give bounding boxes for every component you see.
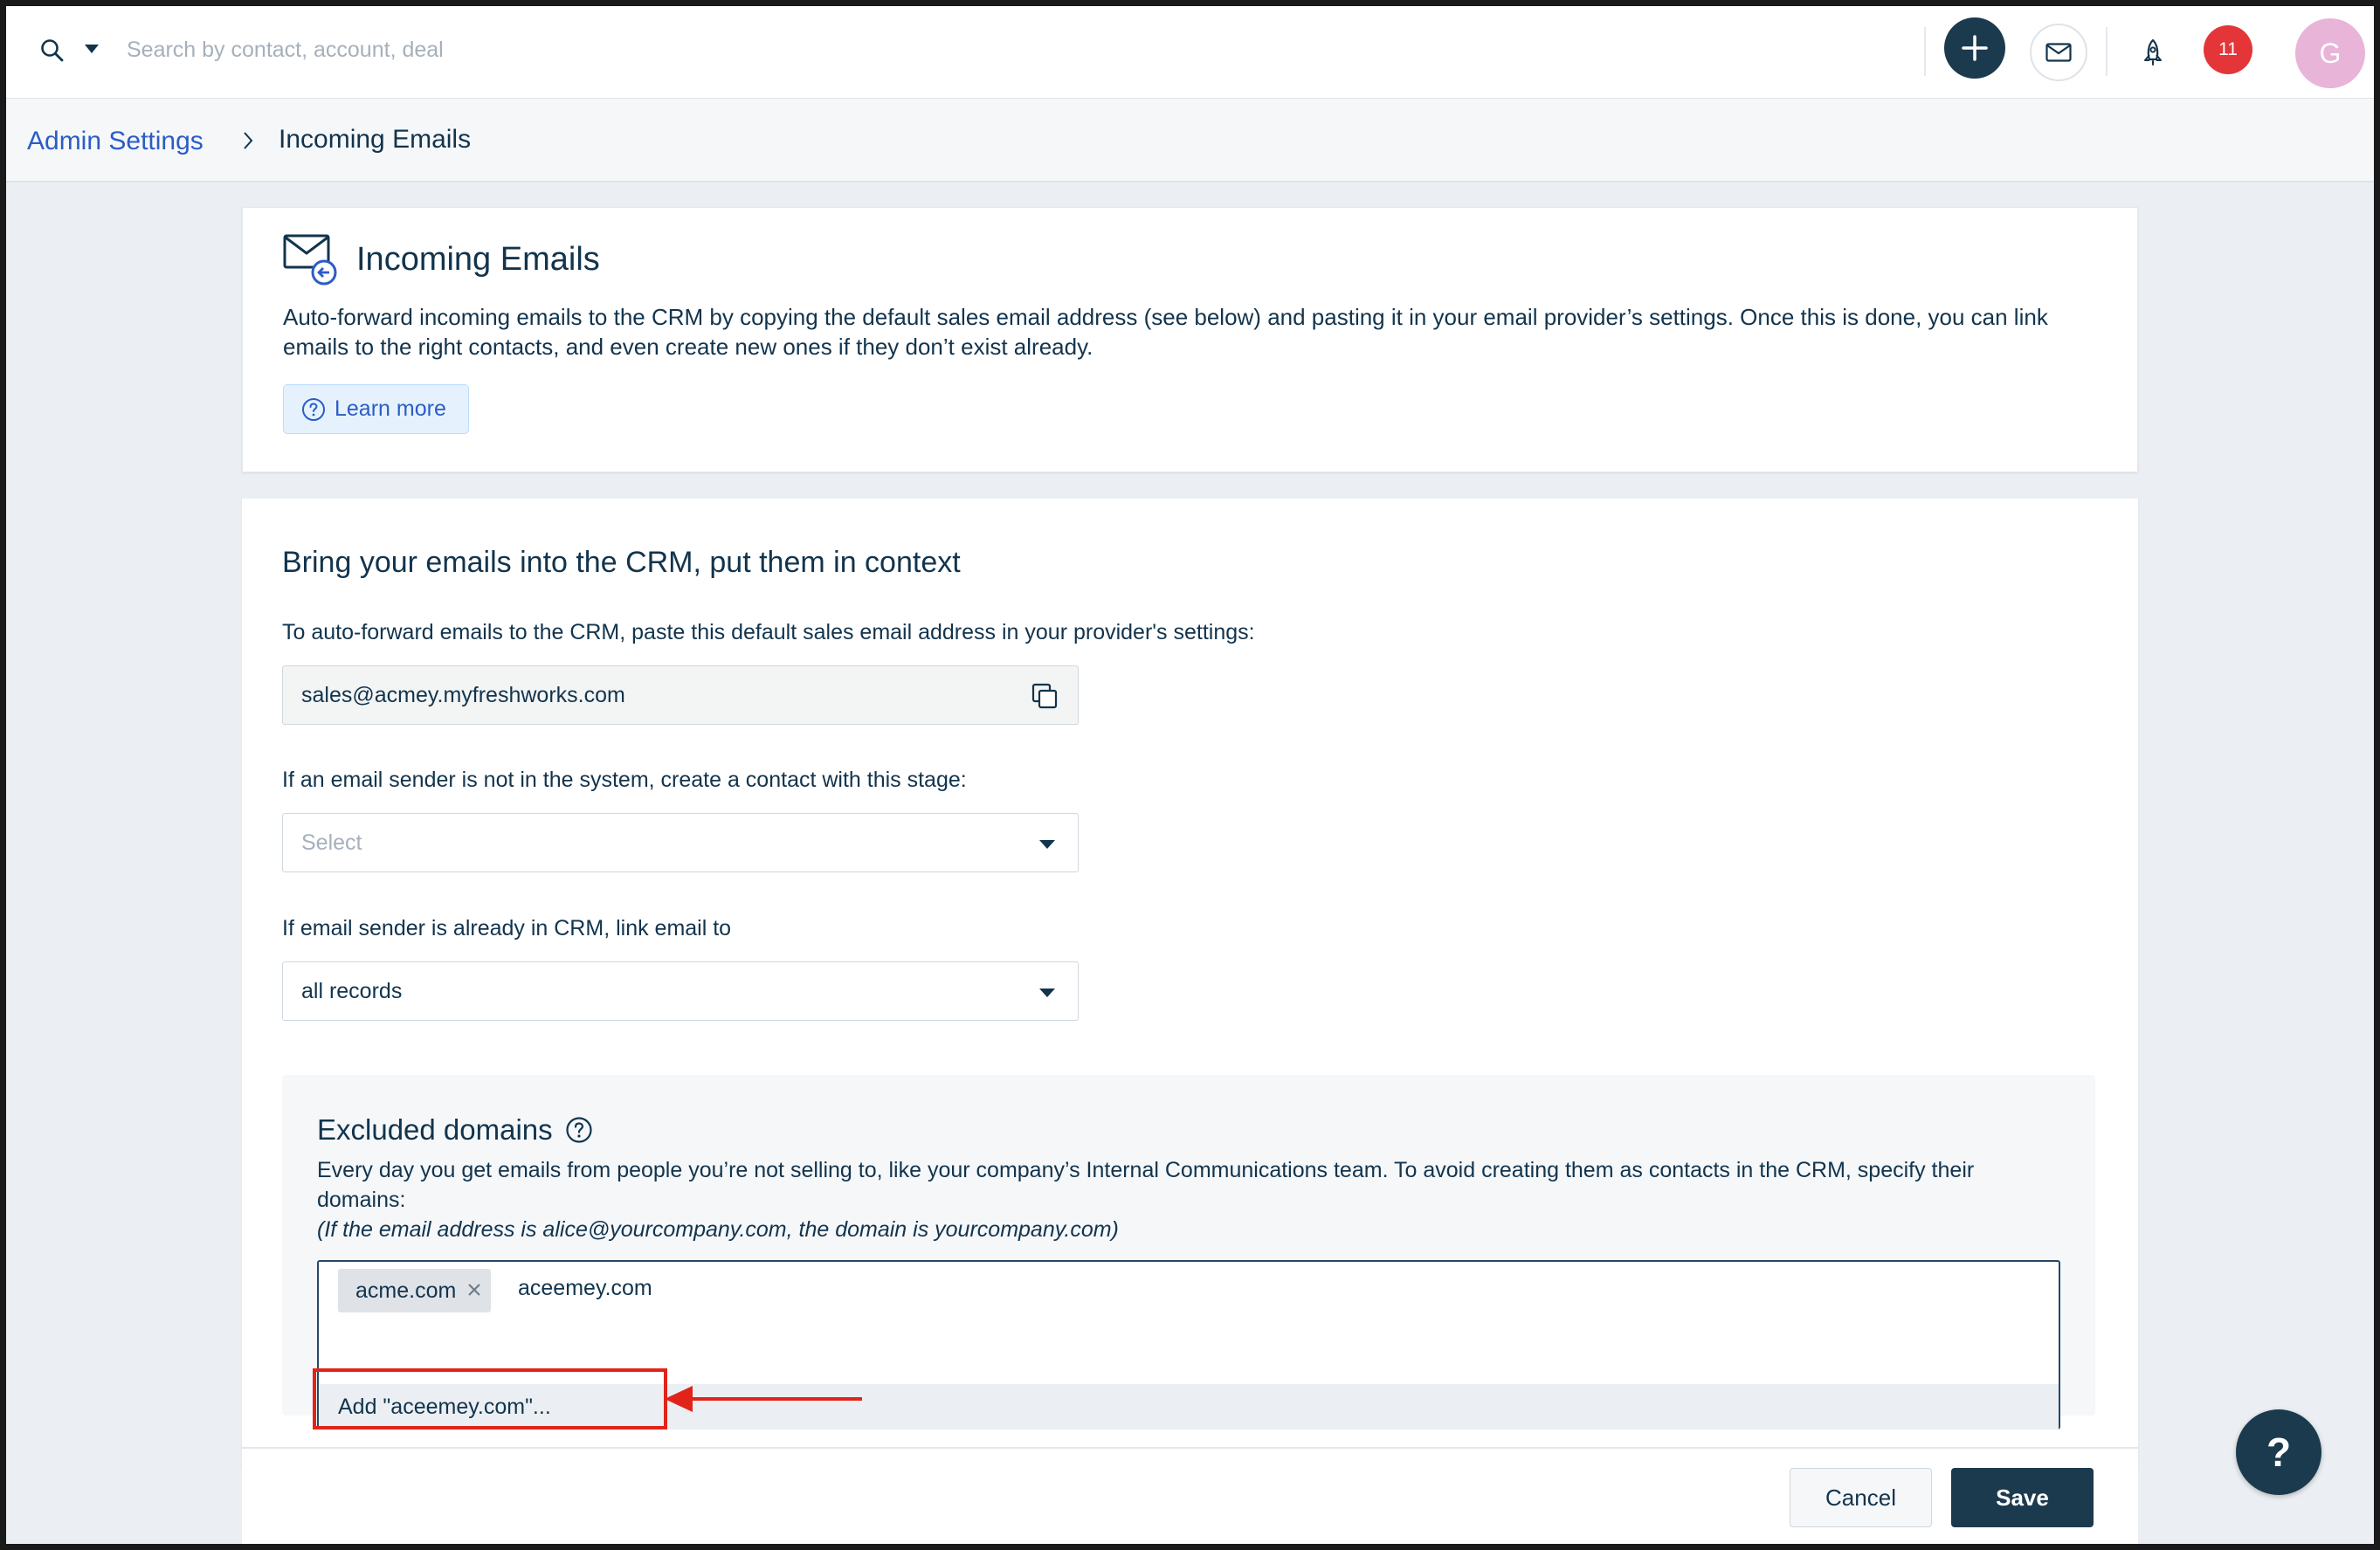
incoming-email-icon [283,232,339,293]
breadcrumb-current: Incoming Emails [279,125,472,154]
excluded-domains-title: Excluded domains [317,1113,593,1147]
help-circle-icon [302,397,325,421]
sales-email-value: sales@acmey.myfreshworks.com [301,682,625,707]
excluded-domains-heading: Excluded domains [317,1113,553,1146]
search-icon[interactable] [39,38,66,68]
getting-started-button[interactable] [2124,24,2182,81]
link-email-value: all records [301,978,403,1003]
divider [1924,27,1926,76]
learn-more-button[interactable]: Learn more [283,384,469,434]
plus-icon [1962,35,1988,61]
quick-add-button[interactable] [1944,17,2005,79]
forward-label: To auto-forward emails to the CRM, paste… [282,620,1255,644]
page-description: Auto-forward incoming emails to the CRM … [283,304,2048,360]
domain-tag-label: acme.com [355,1278,457,1303]
rocket-icon [2144,38,2162,65]
stage-placeholder: Select [301,830,362,855]
contact-stage-select[interactable]: Select [282,813,1079,872]
caret-down-icon [1039,989,1055,997]
sales-email-field: sales@acmey.myfreshworks.com [282,665,1079,725]
app-window: 11 G Admin Settings Incoming Emails Inco… [6,6,2374,1544]
excluded-domains-description: Every day you get emails from people you… [317,1155,2064,1244]
help-circle-icon[interactable] [565,1116,593,1144]
cancel-button[interactable]: Cancel [1790,1468,1932,1527]
domain-tag: acme.com [338,1269,492,1312]
copy-icon[interactable] [1031,682,1059,716]
help-button[interactable]: ? [2236,1409,2321,1495]
breadcrumb-admin-settings-link[interactable]: Admin Settings [27,127,204,156]
envelope-icon [2045,43,2072,62]
settings-card: Bring your emails into the CRM, put them… [242,499,2138,1468]
email-button[interactable] [2030,24,2087,81]
annotation-highlight-box [313,1368,667,1429]
learn-more-label: Learn more [335,396,446,421]
breadcrumb: Admin Settings Incoming Emails [6,99,2374,183]
stage-label: If an email sender is not in the system,… [282,768,967,792]
excluded-domains-note: (If the email address is alice@yourcompa… [317,1217,1119,1242]
search-scope-caret-icon[interactable] [85,45,99,53]
save-button[interactable]: Save [1951,1468,2094,1527]
link-label: If email sender is already in CRM, link … [282,916,732,940]
section-title: Bring your emails into the CRM, put them… [282,546,961,579]
excluded-domains-section: Excluded domains Every day you get email… [282,1075,2095,1429]
notifications-badge[interactable]: 11 [2204,25,2252,74]
form-footer: Cancel Save [242,1447,2138,1544]
chevron-right-icon [242,130,254,155]
incoming-emails-header-card: Incoming Emails Auto-forward incoming em… [242,207,2138,472]
remove-tag-icon[interactable] [466,1278,482,1304]
top-bar: 11 G [6,6,2374,99]
caret-down-icon [1039,840,1055,849]
global-search-input[interactable] [127,31,1437,69]
annotation-arrow-icon [665,1386,862,1412]
divider [2106,27,2108,76]
excluded-domains-text: Every day you get emails from people you… [317,1158,1975,1212]
link-email-select[interactable]: all records [282,961,1079,1021]
domain-typed-text[interactable]: aceemey.com [518,1276,652,1301]
user-avatar[interactable]: G [2295,18,2365,88]
page-title: Incoming Emails [356,241,600,278]
